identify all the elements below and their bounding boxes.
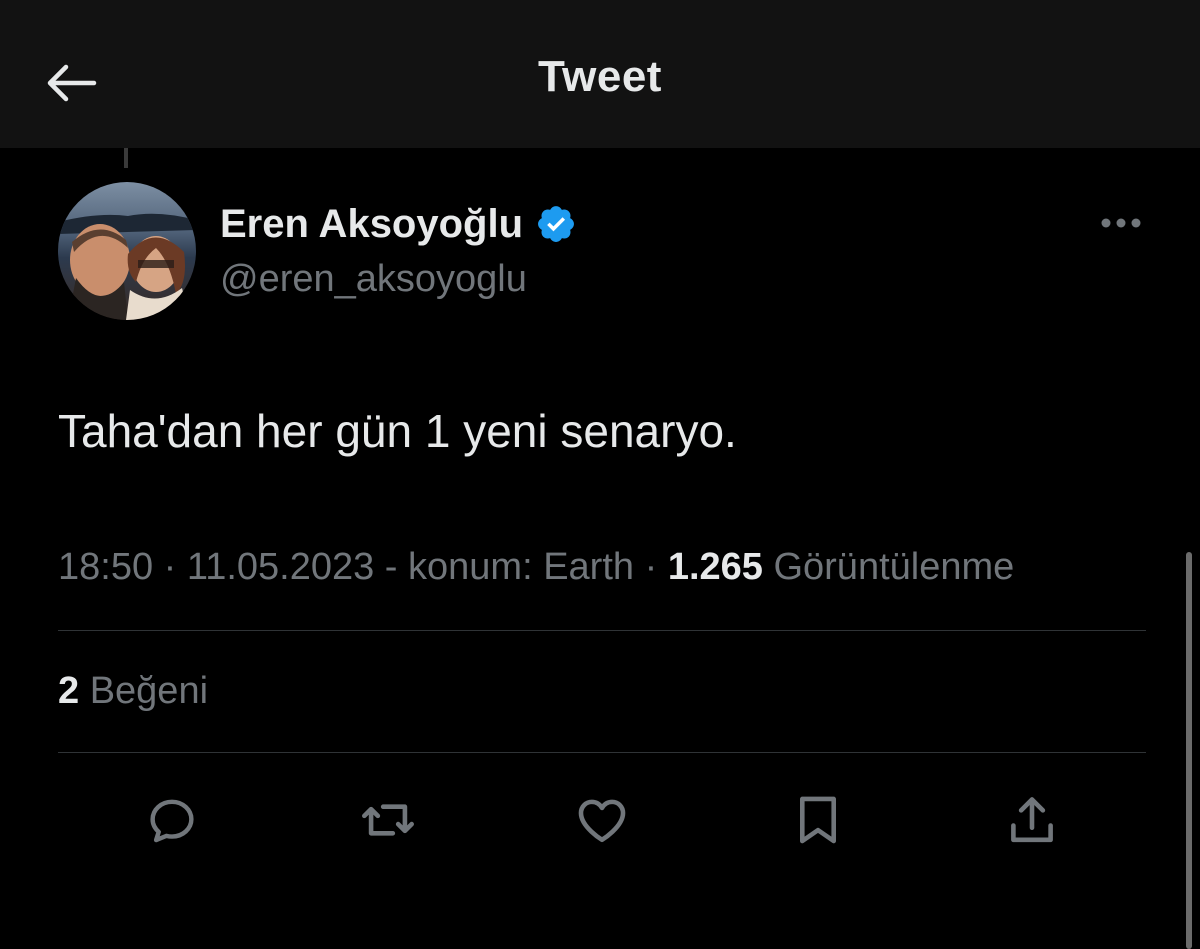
retweet-button[interactable] — [356, 788, 420, 852]
bookmark-icon — [799, 796, 837, 844]
page-title: Tweet — [538, 52, 662, 101]
likes-count: 2 — [58, 670, 80, 712]
author-display-name[interactable]: Eren Aksoyoğlu — [220, 202, 523, 247]
tweet-date[interactable]: 11.05.2023 — [187, 546, 374, 588]
author-name-row: Eren Aksoyoğlu — [220, 198, 577, 250]
likes-count-link[interactable]: 2 Beğeni — [58, 670, 208, 713]
top-bar: Tweet — [0, 0, 1200, 148]
retweet-icon — [362, 804, 414, 836]
meta-separator: · — [634, 546, 668, 588]
views-count: 1.265 — [667, 546, 763, 588]
location-prefix: - konum: — [374, 546, 544, 588]
tweet-time[interactable]: 18:50 — [58, 546, 153, 588]
likes-label: Beğeni — [79, 670, 209, 712]
views-label: Görüntülenme — [762, 546, 1015, 588]
author-handle[interactable]: @eren_aksoyoglu — [220, 258, 527, 301]
divider — [58, 630, 1146, 631]
avatar-photo — [58, 182, 196, 320]
more-options-button[interactable] — [1096, 208, 1146, 238]
meta-separator: · — [153, 546, 187, 588]
heart-icon — [578, 799, 626, 843]
tweet-location: Earth — [543, 546, 635, 588]
avatar[interactable] — [58, 182, 196, 320]
thread-connector-line — [124, 148, 128, 168]
more-horizontal-icon — [1101, 218, 1141, 228]
reply-icon — [150, 799, 194, 843]
share-button[interactable] — [1000, 788, 1064, 852]
tweet-detail-screen: Tweet Eren Aksoyoğlu @eren_aksoyoglu Tah… — [0, 0, 1200, 949]
tweet-metadata: 18:50 · 11.05.2023 - konum: Earth · 1.26… — [58, 546, 1014, 589]
bookmark-button[interactable] — [786, 788, 850, 852]
share-icon — [1011, 797, 1053, 843]
scrollbar[interactable] — [1186, 552, 1192, 949]
verified-badge-icon — [535, 203, 577, 245]
tweet-text: Taha'dan her gün 1 yeni senaryo. — [58, 405, 737, 457]
action-bar — [0, 788, 1200, 852]
like-button[interactable] — [570, 788, 634, 852]
reply-button[interactable] — [140, 788, 204, 852]
divider — [58, 752, 1146, 753]
